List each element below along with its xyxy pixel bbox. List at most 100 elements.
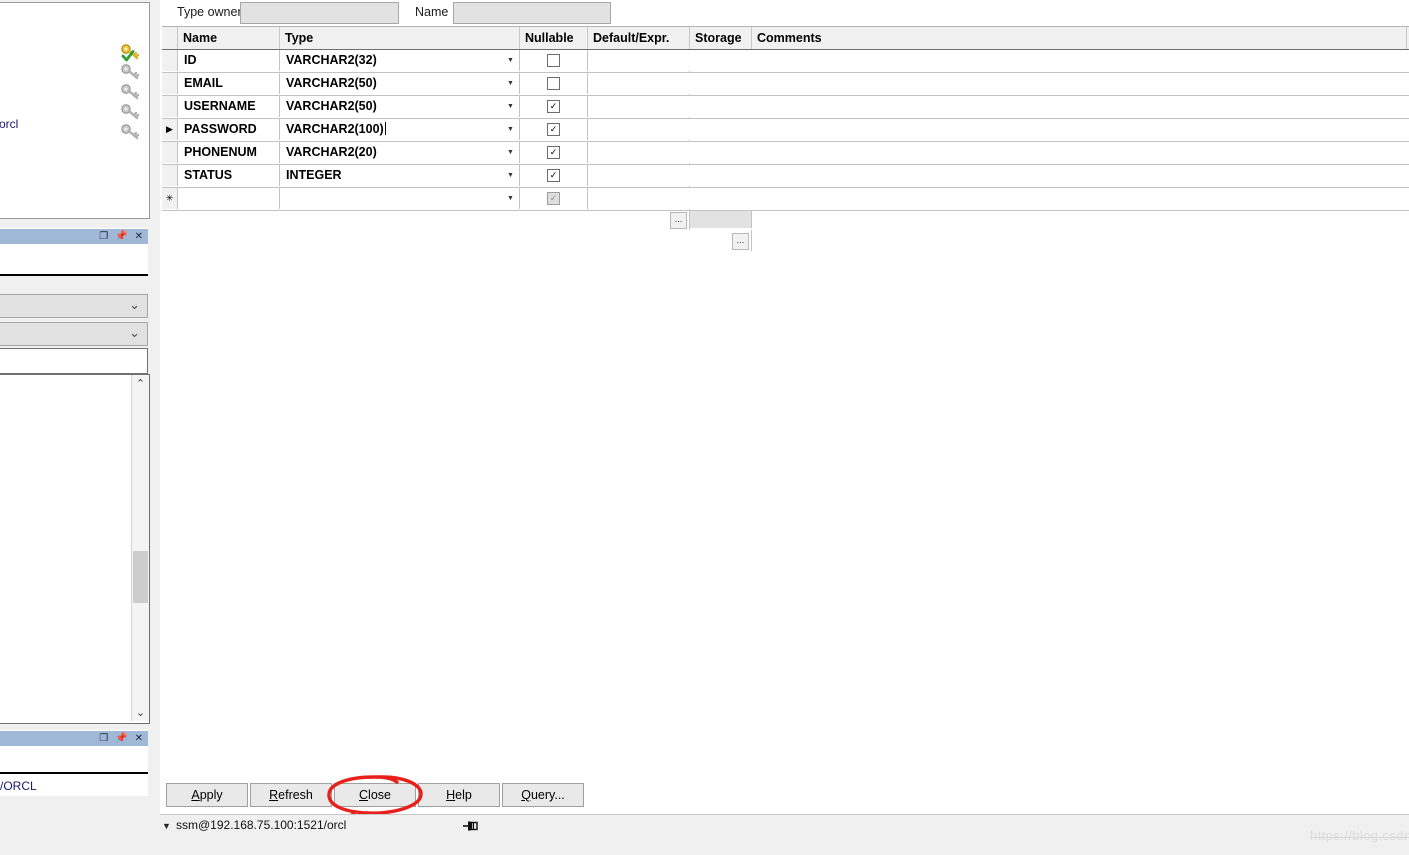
nullable-checkbox[interactable] xyxy=(547,54,560,67)
column-name-cell[interactable]: ID xyxy=(178,50,280,71)
pin-icon[interactable]: 📌 xyxy=(115,734,127,744)
default-expr-cell[interactable]: ... xyxy=(588,209,690,230)
filter-dropdown-1[interactable]: ⌄ xyxy=(0,294,148,318)
chevron-down-icon[interactable]: ▼ xyxy=(505,101,516,112)
chevron-down-icon[interactable]: ▼ xyxy=(505,147,516,158)
grid-header-storage[interactable]: Storage xyxy=(690,27,752,49)
chevron-down-icon[interactable]: ⌄ xyxy=(132,704,149,721)
row-selector-1[interactable] xyxy=(162,73,178,94)
pin-icon[interactable] xyxy=(450,817,490,835)
row-selector-0[interactable] xyxy=(162,50,178,71)
table-row[interactable]: ✳ ▼ ✓...... xyxy=(162,188,1409,251)
column-type-cell[interactable]: ▼ xyxy=(280,188,520,209)
chevron-down-icon[interactable]: ▼ xyxy=(505,124,516,135)
comments-cell[interactable] xyxy=(752,73,1407,94)
chevron-up-icon[interactable]: ⌃ xyxy=(132,375,149,392)
chevron-down-icon[interactable]: ▼ xyxy=(505,170,516,181)
nullable-checkbox[interactable]: ✓ xyxy=(547,169,560,182)
nullable-cell[interactable]: ✓ xyxy=(520,119,588,140)
filter-text-input[interactable] xyxy=(0,348,148,374)
column-name-cell[interactable]: EMAIL xyxy=(178,73,280,94)
row-selector-5[interactable] xyxy=(162,165,178,186)
row-selector-4[interactable] xyxy=(162,142,178,163)
panel-titlebar-lower[interactable]: ❐ 📌 ✕ xyxy=(0,730,148,747)
row-selector-3[interactable]: ▶ xyxy=(162,119,178,140)
grid-header-default[interactable]: Default/Expr. xyxy=(588,27,690,49)
comments-cell[interactable] xyxy=(752,50,1407,71)
column-type-cell[interactable]: VARCHAR2(100) ▼ xyxy=(280,119,520,140)
comments-cell[interactable] xyxy=(752,165,1407,186)
default-expr-ellipsis-button[interactable]: ... xyxy=(670,212,687,229)
table-row[interactable]: EMAILVARCHAR2(50)▼... xyxy=(162,73,1409,136)
restore-icon[interactable]: ❐ xyxy=(99,734,108,744)
row-selector-2[interactable] xyxy=(162,96,178,117)
chevron-down-icon[interactable]: ▼ xyxy=(505,55,516,66)
storage-cell[interactable]: ... xyxy=(690,230,752,251)
row-selector-6[interactable]: ✳ xyxy=(162,188,178,209)
query-button[interactable]: Query... xyxy=(502,783,584,807)
filter-dropdown-2[interactable]: ⌄ xyxy=(0,322,148,346)
grid-header-type[interactable]: Type xyxy=(280,27,520,49)
button-label-rest: pply xyxy=(199,788,223,802)
restore-icon[interactable]: ❐ xyxy=(99,232,108,242)
comments-cell[interactable] xyxy=(752,188,1407,209)
chevron-down-icon[interactable]: ▼ xyxy=(505,193,516,204)
refresh-button[interactable]: Refresh xyxy=(250,783,332,807)
column-name-cell[interactable] xyxy=(178,188,280,209)
button-label-rest: uery... xyxy=(530,788,565,802)
list-vertical-scrollbar[interactable]: ⌃ ⌄ xyxy=(131,375,149,721)
column-type-cell[interactable]: VARCHAR2(20) ▼ xyxy=(280,142,520,163)
nullable-cell[interactable]: ✓ xyxy=(520,142,588,163)
apply-button[interactable]: Apply xyxy=(166,783,248,807)
pin-icon[interactable]: 📌 xyxy=(115,232,127,242)
table-row[interactable]: ▶PASSWORDVARCHAR2(100)▼✓... xyxy=(162,119,1409,182)
grid-header-sel[interactable] xyxy=(162,27,178,49)
columns-grid[interactable]: Name Type Nullable Default/Expr. Storage Comm… xyxy=(162,26,1409,251)
column-name-cell[interactable]: STATUS xyxy=(178,165,280,186)
nullable-checkbox[interactable]: ✓ xyxy=(547,100,560,113)
column-name-cell[interactable]: USERNAME xyxy=(178,96,280,117)
table-row[interactable]: USERNAMEVARCHAR2(50)▼✓... xyxy=(162,96,1409,159)
column-type-cell[interactable]: VARCHAR2(32) ▼ xyxy=(280,50,520,71)
grid-header-comments[interactable]: Comments xyxy=(752,27,1407,49)
type-owner-input[interactable] xyxy=(240,2,399,24)
grid-header-name[interactable]: Name xyxy=(178,27,280,49)
result-list-panel[interactable]: ⌃ ⌄ xyxy=(0,374,150,724)
column-type-cell[interactable]: INTEGER ▼ xyxy=(280,165,520,186)
caret-down-icon[interactable]: ▼ xyxy=(162,821,171,831)
table-row[interactable]: PHONENUMVARCHAR2(20)▼✓... xyxy=(162,142,1409,205)
column-type-cell[interactable]: VARCHAR2(50) ▼ xyxy=(280,73,520,94)
grid-header-nullable[interactable]: Nullable xyxy=(520,27,588,49)
column-type-cell[interactable]: VARCHAR2(50) ▼ xyxy=(280,96,520,117)
object-tree-panel[interactable]: orcl xyxy=(0,2,150,219)
nullable-cell[interactable]: ✓ xyxy=(520,96,588,117)
comments-cell[interactable] xyxy=(752,96,1407,117)
column-type-text: VARCHAR2(20) xyxy=(286,145,377,159)
name-input[interactable] xyxy=(453,2,611,24)
nullable-checkbox[interactable]: ✓ xyxy=(547,123,560,136)
nullable-cell[interactable] xyxy=(520,73,588,94)
column-name-cell[interactable]: PHONENUM xyxy=(178,142,280,163)
close-icon[interactable]: ✕ xyxy=(135,232,143,242)
nullable-checkbox[interactable]: ✓ xyxy=(547,146,560,159)
panel-titlebar-upper[interactable]: ❐ 📌 ✕ xyxy=(0,228,148,245)
storage-ellipsis-button[interactable]: ... xyxy=(732,233,749,250)
nullable-checkbox[interactable] xyxy=(547,77,560,90)
table-row[interactable]: STATUS INTEGER ▼ ✓... xyxy=(162,165,1409,228)
nullable-cell[interactable]: ✓ xyxy=(520,188,588,209)
table-row[interactable]: IDVARCHAR2(32)▼SYS_GUID()... xyxy=(162,50,1409,113)
help-button[interactable]: Help xyxy=(418,783,500,807)
watermark-text: https://blog.csdn.net/qq_44757934 xyxy=(1310,828,1409,843)
comments-cell[interactable] xyxy=(752,119,1407,140)
nullable-cell[interactable]: ✓ xyxy=(520,165,588,186)
status-bar: ▼ ssm@192.168.75.100:1521/orcl xyxy=(160,814,1409,839)
nullable-cell[interactable] xyxy=(520,50,588,71)
close-button[interactable]: Close xyxy=(334,783,416,807)
chevron-down-icon[interactable]: ▼ xyxy=(505,78,516,89)
grid-body[interactable]: IDVARCHAR2(32)▼SYS_GUID()...EMAILVARCHAR… xyxy=(162,50,1409,251)
column-type-text: VARCHAR2(50) xyxy=(286,76,377,90)
column-name-cell[interactable]: PASSWORD xyxy=(178,119,280,140)
comments-cell[interactable] xyxy=(752,142,1407,163)
scrollbar-thumb[interactable] xyxy=(133,551,148,603)
close-icon[interactable]: ✕ xyxy=(135,734,143,744)
